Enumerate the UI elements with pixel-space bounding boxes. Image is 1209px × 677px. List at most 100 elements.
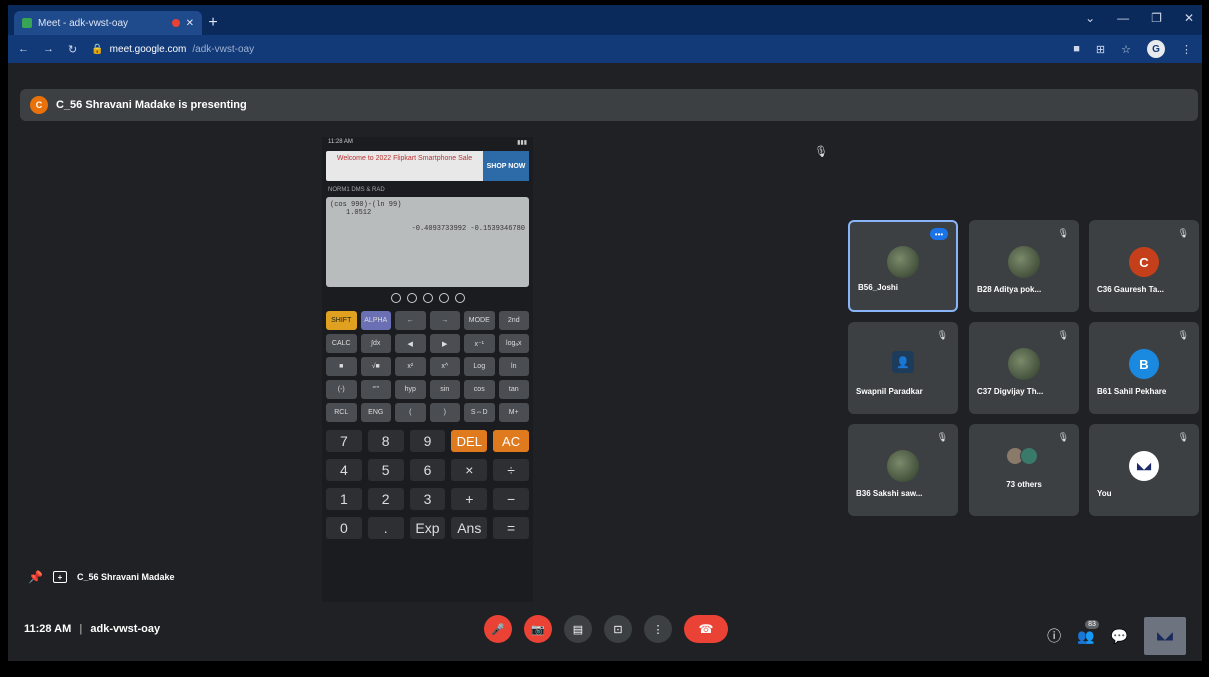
calculator-display: (cos 990)-(ln 99) 1.0512 -0.4093733992 -… — [326, 197, 529, 287]
tab-close-button[interactable]: ✕ — [186, 18, 194, 29]
tab-title: Meet - adk-vwst-oay — [38, 17, 129, 29]
phone-status-bar: 11:28 AM ▮▮▮ — [322, 137, 533, 149]
calc-number-key: + — [451, 488, 488, 510]
participant-tile[interactable]: 73 others 🎙 — [969, 424, 1079, 516]
calc-function-key: x^ — [429, 357, 460, 376]
mic-off-button[interactable]: 🎤 — [484, 615, 512, 643]
recording-dot-icon — [171, 19, 180, 27]
calc-number-key: 9 — [409, 430, 446, 452]
calc-function-key: ENG — [360, 403, 391, 422]
participant-tile[interactable]: B36 Sakshi saw... 🎙 — [848, 424, 958, 516]
participant-avatar: 👤 — [892, 351, 914, 374]
calc-number-key: 5 — [367, 459, 404, 481]
minimize-button[interactable]: — — [1117, 11, 1129, 25]
participant-tile[interactable]: C37 Digvijay Th... 🎙 — [969, 322, 1079, 414]
calc-function-key: SHIFT — [326, 311, 357, 330]
calc-function-key: MODE — [464, 311, 495, 330]
tab-search-button[interactable]: ⌄ — [1085, 11, 1095, 25]
participant-tile[interactable]: ◣◢ You 🎙 — [1089, 424, 1199, 516]
calc-number-key: AC — [493, 430, 529, 452]
ad-banner: Welcome to 2022 Flipkart Smartphone Sale… — [326, 151, 529, 181]
function-keys: SHIFT ALPHA ← → MODE 2nd CALC ∫dx ◀ ▶ x⁻¹ logₐx ■ √■ x… — [322, 305, 533, 422]
meeting-details-icon[interactable]: ⓘ — [1047, 626, 1061, 646]
calc-function-key: ) — [429, 403, 460, 422]
calc-number-key: 4 — [326, 459, 362, 481]
calc-function-key: S⇔D — [464, 403, 495, 422]
participant-tile[interactable]: B B61 Sahil Pekhare 🎙 — [1089, 322, 1199, 414]
participant-name: B56_Joshi — [858, 283, 899, 292]
participant-name: C36 Gauresh Ta... — [1097, 285, 1164, 294]
participant-name: You — [1097, 489, 1112, 498]
calc-number-key: DEL — [451, 430, 488, 452]
captions-button[interactable]: ▤ — [564, 615, 592, 643]
calc-function-key: ■ — [326, 357, 357, 376]
people-button[interactable]: 83 👥 — [1077, 619, 1099, 645]
calc-function-key: x⁻¹ — [464, 334, 495, 353]
calc-function-key: (-) — [326, 380, 357, 399]
calc-number-key: 6 — [409, 459, 446, 481]
nav-circle-icon — [454, 293, 465, 303]
participant-avatar: ◣◢ — [1129, 451, 1159, 482]
url-field[interactable]: 🔒 meet.google.com/adk-vwst-oay — [91, 44, 254, 55]
calc-function-key: CALC — [326, 334, 357, 353]
muted-mic-icon: 🎙 — [936, 330, 948, 340]
phone-signal-icon: ▮▮▮ — [517, 140, 527, 146]
participant-avatar — [887, 450, 919, 483]
self-view-thumbnail: ◣◢ — [1144, 617, 1186, 655]
new-tab-button[interactable]: + — [202, 11, 224, 35]
calc-function-key: → — [429, 311, 460, 330]
tile-more-options-button[interactable]: ••• — [930, 228, 948, 240]
participant-tile[interactable]: C C36 Gauresh Ta... 🎙 — [1089, 220, 1199, 312]
pin-icon[interactable]: 📌 — [28, 570, 43, 584]
participant-tile[interactable]: B28 Aditya pok... 🎙 — [969, 220, 1079, 312]
presenter-avatar: C — [30, 96, 48, 114]
muted-mic-icon: 🎙 — [936, 432, 948, 442]
nav-circle-icon — [422, 293, 433, 303]
back-icon[interactable]: ← — [18, 43, 29, 55]
calc-number-key: × — [451, 459, 488, 481]
present-now-button[interactable]: ⊡ — [604, 615, 632, 643]
calc-function-key: ← — [395, 311, 426, 330]
muted-mic-icon: 🎙 — [1177, 228, 1189, 238]
participant-name: B61 Sahil Pekhare — [1097, 387, 1167, 396]
chat-icon[interactable]: 💬 — [1111, 628, 1128, 645]
muted-mic-icon: 🎙 — [1177, 432, 1189, 442]
extensions-icon[interactable]: ⊞ — [1096, 43, 1105, 56]
calc-mode-line: NORM1 DMS & RAD — [328, 187, 385, 193]
calc-number-key: . — [367, 517, 404, 539]
profile-avatar[interactable]: G — [1147, 40, 1165, 58]
camera-in-use-icon[interactable]: ■ — [1073, 43, 1080, 55]
browser-tab[interactable]: Meet - adk-vwst-oay ✕ — [14, 11, 202, 35]
lcd-input: (cos 990)-(ln 99) — [330, 201, 402, 209]
muted-mic-icon: 🎙 — [1057, 228, 1069, 238]
meeting-info: 11:28 AM | adk-vwst-oay — [24, 623, 160, 635]
participant-name: C37 Digvijay Th... — [977, 387, 1044, 396]
pinned-presenter: 📌 + C_56 Shravani Madake — [28, 570, 175, 584]
nav-circle-icon — [438, 293, 449, 303]
participant-tile[interactable]: B56_Joshi ••• — [848, 220, 958, 312]
people-icon: 👥 — [1077, 627, 1095, 644]
calc-function-key: ▶ — [429, 334, 460, 353]
present-screen-icon: + — [52, 571, 67, 583]
calc-function-key: logₐx — [498, 334, 529, 353]
side-controls: ⓘ 83 👥 💬 ◣◢ — [1047, 617, 1186, 655]
calc-number-key: 2 — [367, 488, 404, 510]
calc-function-key: ln — [498, 357, 529, 376]
bookmark-star-icon[interactable]: ☆ — [1121, 43, 1131, 56]
lcd-input2: 1.0512 — [346, 209, 372, 217]
end-call-button[interactable]: ☎ — [684, 615, 728, 643]
reload-icon[interactable]: ↻ — [68, 43, 77, 56]
browser-menu-icon[interactable]: ⋮ — [1181, 43, 1192, 56]
calc-function-key: °''' — [360, 380, 391, 399]
toolbar-icons: ■ ⊞ ☆ G ⋮ — [1073, 40, 1192, 58]
participant-avatar: B — [1129, 349, 1159, 380]
more-options-button[interactable]: ⋮ — [644, 615, 672, 643]
participant-tile[interactable]: 👤 Swapnil Paradkar 🎙 — [848, 322, 958, 414]
participant-name: B28 Aditya pok... — [977, 285, 1042, 294]
forward-icon[interactable]: → — [43, 43, 54, 55]
calc-function-key: √■ — [360, 357, 391, 376]
close-window-button[interactable]: ✕ — [1184, 11, 1194, 25]
maximize-button[interactable]: ❐ — [1151, 11, 1162, 25]
calc-number-key: = — [493, 517, 529, 539]
camera-off-button[interactable]: 📷 — [524, 615, 552, 643]
